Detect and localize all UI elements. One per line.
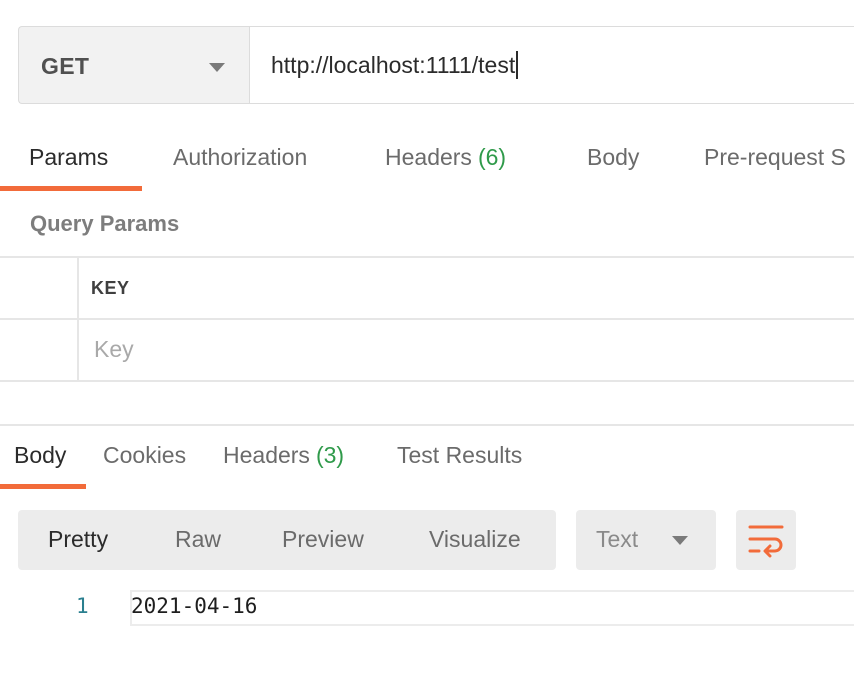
format-dropdown[interactable]: Text [576,510,716,570]
tab-headers-label: Headers [385,144,472,170]
tab-headers[interactable]: Headers (6) [385,144,506,171]
chevron-down-icon [209,63,225,72]
tab-params[interactable]: Params [29,144,108,171]
format-label: Text [596,526,639,552]
table-divider [0,256,854,258]
response-body-text[interactable]: 2021-04-16 [131,594,257,618]
query-params-title: Query Params [30,211,180,236]
tab-body[interactable]: Body [587,144,639,171]
table-divider [0,318,854,320]
response-tab-headers[interactable]: Headers (3) [223,442,344,469]
response-view-toggle: Pretty Raw Preview Visualize [18,510,556,570]
url-text: http://localhost:1111/test [271,51,518,79]
column-header-key: KEY [91,278,130,298]
wrap-lines-button[interactable] [736,510,796,570]
url-input[interactable]: http://localhost:1111/test [249,26,854,104]
response-tab-headers-label: Headers [223,442,310,468]
key-input[interactable]: Key [94,336,134,363]
postman-request-page: GET http://localhost:1111/test Params Au… [0,0,854,676]
response-tab-cookies[interactable]: Cookies [103,442,186,469]
line-number: 1 [76,594,89,618]
tab-pre-request-script[interactable]: Pre-request S [704,144,846,171]
method-label: GET [41,53,90,79]
response-tab-body[interactable]: Body [14,442,66,469]
response-headers-count-badge: (3) [315,442,345,468]
wrap-lines-icon [748,525,784,558]
tab-authorization[interactable]: Authorization [173,144,307,171]
headers-count-badge: (6) [477,144,507,170]
view-visualize-button[interactable]: Visualize [429,526,521,553]
method-dropdown[interactable]: GET [18,26,250,104]
chevron-down-icon [672,536,688,545]
url-value: http://localhost:1111/test [271,52,516,78]
table-column-divider [77,256,79,382]
pane-divider[interactable] [0,424,854,426]
text-cursor [516,51,518,79]
table-divider [0,380,854,382]
response-tab-body-underline [0,484,86,489]
response-tab-test-results[interactable]: Test Results [397,442,522,469]
view-raw-button[interactable]: Raw [175,526,221,553]
view-pretty-button[interactable]: Pretty [48,526,108,553]
tab-params-underline [0,186,142,191]
view-preview-button[interactable]: Preview [282,526,364,553]
